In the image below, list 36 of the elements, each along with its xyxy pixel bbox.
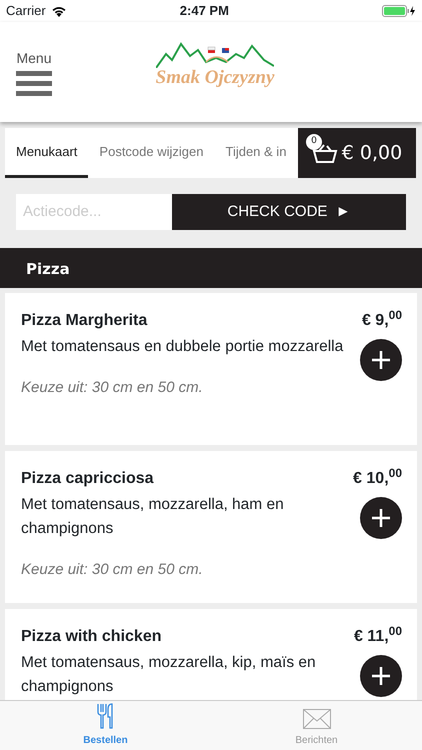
tab[interactable]: Postcode wijzigen bbox=[88, 128, 214, 178]
item-options: Keuze uit: 30 cm en 50 cm. bbox=[21, 559, 346, 582]
add-button[interactable] bbox=[360, 497, 402, 539]
plus-icon bbox=[371, 508, 391, 528]
envelope-icon bbox=[302, 709, 330, 729]
basket-icon bbox=[312, 143, 338, 163]
cart-button[interactable]: 0 € 0,00 bbox=[298, 128, 416, 178]
item-description: Met tomatensaus, mozzarella, kip, maïs en champignons bbox=[21, 653, 317, 697]
item-name: Pizza with chicken bbox=[21, 627, 162, 647]
plus-icon bbox=[371, 666, 391, 686]
item-options: Keuze uit: 30 cm en 50 cm. bbox=[21, 377, 352, 400]
item-description: Met tomatensaus en dubbele portie mozzarella bbox=[21, 337, 344, 357]
menu-icon bbox=[16, 70, 52, 96]
menu-button[interactable]: Menu bbox=[16, 48, 52, 96]
battery-icon bbox=[382, 5, 416, 17]
item-price: € 10,$^{00}$ bbox=[353, 467, 402, 489]
wifi-icon bbox=[50, 5, 67, 17]
add-button[interactable] bbox=[360, 339, 402, 381]
tab[interactable]: Tijden & in bbox=[214, 128, 298, 178]
add-button[interactable] bbox=[360, 655, 402, 697]
item-price: € 9,$^{00}$ bbox=[362, 309, 402, 331]
plus-icon bbox=[371, 350, 391, 370]
item-name: Pizza capricciosa bbox=[21, 469, 155, 489]
mountains-icon bbox=[156, 42, 274, 68]
cart-count-badge: 0 bbox=[306, 134, 322, 150]
carrier-label: Carrier bbox=[6, 2, 46, 20]
item-description: Met tomatensaus, mozzarella, ham en champignons bbox=[21, 495, 285, 539]
time-label: 2:47 PM bbox=[178, 2, 230, 20]
item-price: € 11,$^{00}$ bbox=[354, 625, 402, 647]
item-name: Pizza Margherita bbox=[21, 311, 148, 331]
logo-text: Smak Ojczyzny bbox=[156, 68, 274, 87]
tab[interactable]: Menukaart bbox=[5, 128, 88, 178]
category-header: Pizza bbox=[0, 248, 422, 288]
check-code-button[interactable]: CHECK CODE ► bbox=[172, 194, 406, 230]
cart-total: € 0,00 bbox=[342, 140, 402, 166]
fork-knife-icon bbox=[96, 703, 116, 729]
